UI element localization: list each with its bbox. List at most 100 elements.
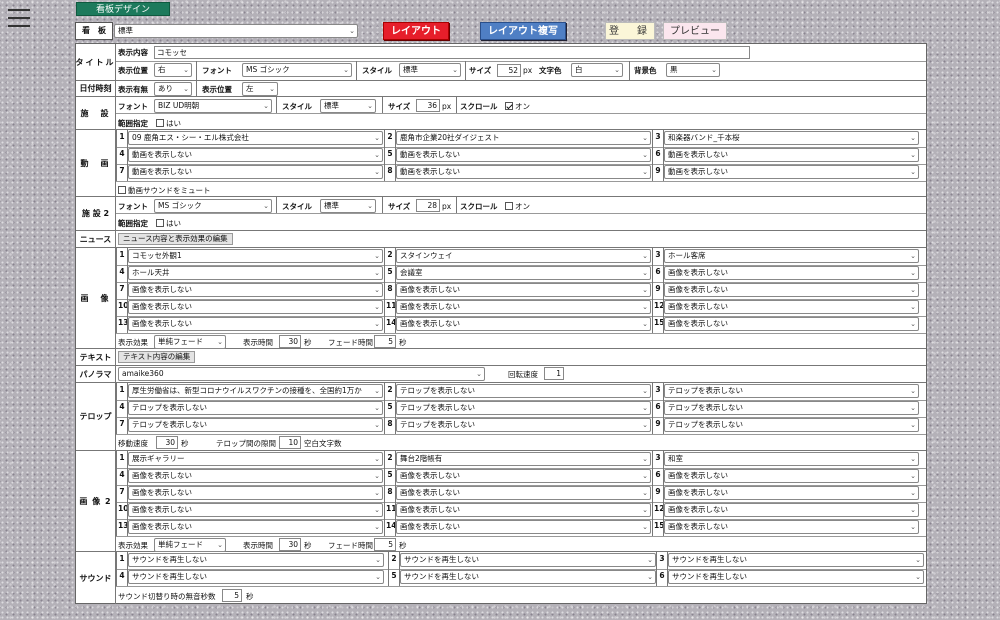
facility2-size-input[interactable]: 28: [416, 199, 440, 212]
sound-select[interactable]: サウンドを再生しない ⌄: [128, 553, 384, 567]
image2-select[interactable]: 画像を表示しない ⌄: [664, 520, 919, 534]
text-edit-button[interactable]: テキスト内容の編集: [118, 351, 196, 363]
chevron-down-icon: ⌄: [374, 472, 380, 480]
page-tab[interactable]: 看板デザイン: [76, 2, 170, 16]
image2-select[interactable]: 画像を表示しない ⌄: [664, 469, 919, 483]
chevron-down-icon: ⌄: [910, 168, 916, 176]
news-edit-button[interactable]: ニュース内容と表示効果の編集: [118, 233, 233, 245]
video-select[interactable]: 動画を表示しない ⌄: [664, 148, 919, 162]
datetime-pos-select[interactable]: 左 ⌄: [242, 82, 278, 96]
image-select[interactable]: 会議室 ⌄: [396, 266, 651, 280]
telop-select[interactable]: テロップを表示しない ⌄: [664, 401, 919, 415]
video-select[interactable]: 動画を表示しない ⌄: [664, 165, 919, 179]
telop-select[interactable]: 厚生労働省は、新型コロナウイルスワクチンの接種を、全国約1万か ⌄: [128, 384, 383, 398]
facility2-style-select[interactable]: 標準 ⌄: [320, 199, 376, 213]
image2-effect-select[interactable]: 単純フェード ⌄: [154, 538, 226, 552]
image-select[interactable]: 画像を表示しない ⌄: [664, 283, 919, 297]
telop-select[interactable]: テロップを表示しない ⌄: [128, 401, 383, 415]
sound-select[interactable]: サウンドを再生しない ⌄: [128, 570, 384, 584]
chevron-down-icon: ⌄: [642, 387, 648, 395]
facility2-range-checkbox[interactable]: はい: [156, 218, 181, 229]
image-select[interactable]: ホール天井 ⌄: [128, 266, 383, 280]
image-select[interactable]: スタインウェイ ⌄: [396, 249, 651, 263]
image2-select[interactable]: 舞台2階帳有 ⌄: [396, 452, 651, 466]
video-select[interactable]: 動画を表示しない ⌄: [128, 165, 383, 179]
telop-select[interactable]: テロップを表示しない ⌄: [396, 384, 651, 398]
preview-button[interactable]: プレビュー: [663, 22, 727, 40]
image-select[interactable]: 画像を表示しない ⌄: [664, 300, 919, 314]
image2-fade-input[interactable]: 5: [374, 538, 396, 551]
image-select[interactable]: 画像を表示しない ⌄: [396, 317, 651, 331]
image2-select[interactable]: 画像を表示しない ⌄: [128, 520, 383, 534]
layout-button[interactable]: レイアウト: [383, 22, 449, 40]
title-bg-select[interactable]: 黒 ⌄: [666, 63, 720, 77]
panorama-select[interactable]: amaike360 ⌄: [118, 367, 485, 381]
sound-select[interactable]: サウンドを再生しない ⌄: [668, 553, 924, 567]
title-size-input[interactable]: 52: [497, 64, 521, 77]
sound-select[interactable]: サウンドを再生しない ⌄: [668, 570, 924, 584]
telop-select[interactable]: テロップを表示しない ⌄: [664, 418, 919, 432]
video-select[interactable]: 09 鹿角エス・シー・エル株式会社 ⌄: [128, 131, 383, 145]
telop-select[interactable]: テロップを表示しない ⌄: [396, 418, 651, 432]
video-select[interactable]: 動画を表示しない ⌄: [396, 165, 651, 179]
panorama-speed-input[interactable]: 1: [544, 367, 564, 380]
telop-select[interactable]: テロップを表示しない ⌄: [664, 384, 919, 398]
image-label: 画 像: [76, 248, 116, 348]
image-select[interactable]: 画像を表示しない ⌄: [128, 300, 383, 314]
video-select[interactable]: 動画を表示しない ⌄: [396, 148, 651, 162]
image2-select[interactable]: 画像を表示しない ⌄: [396, 486, 651, 500]
facility2-scroll-checkbox[interactable]: オン: [505, 201, 530, 212]
image-number: 2: [387, 250, 393, 259]
title-pos-select[interactable]: 右 ⌄: [154, 63, 192, 77]
video-mute-checkbox[interactable]: 動画サウンドをミュート: [118, 185, 211, 196]
image2-time-input[interactable]: 30: [279, 538, 301, 551]
facility-size-input[interactable]: 36: [416, 99, 440, 112]
image2-select[interactable]: 画像を表示しない ⌄: [128, 486, 383, 500]
image-select[interactable]: コモッセ外観1 ⌄: [128, 249, 383, 263]
telop-move-input[interactable]: 30: [156, 436, 178, 449]
title-content-input[interactable]: コモッセ: [154, 46, 750, 59]
image2-select[interactable]: 画像を表示しない ⌄: [128, 469, 383, 483]
image-select[interactable]: 画像を表示しない ⌄: [396, 300, 651, 314]
chevron-down-icon: ⌄: [642, 455, 648, 463]
facility2-font-select[interactable]: MS ゴシック ⌄: [154, 199, 272, 213]
telop-select[interactable]: テロップを表示しない ⌄: [128, 418, 383, 432]
title-color-select[interactable]: 白 ⌄: [571, 63, 623, 77]
facility-range-checkbox[interactable]: はい: [156, 118, 181, 129]
title-style-select[interactable]: 標準 ⌄: [399, 63, 461, 77]
register-button[interactable]: 登 録: [605, 22, 655, 40]
image-time-input[interactable]: 30: [279, 335, 301, 348]
image-select[interactable]: 画像を表示しない ⌄: [664, 266, 919, 280]
image-select[interactable]: 画像を表示しない ⌄: [396, 283, 651, 297]
signboard-select[interactable]: 標準 ⌄: [114, 24, 358, 38]
image2-select[interactable]: 展示ギャラリー ⌄: [128, 452, 383, 466]
image2-select[interactable]: 画像を表示しない ⌄: [396, 469, 651, 483]
video-select[interactable]: 動画を表示しない ⌄: [128, 148, 383, 162]
sound-select[interactable]: サウンドを再生しない ⌄: [400, 553, 656, 567]
image2-select[interactable]: 画像を表示しない ⌄: [396, 503, 651, 517]
telop-select[interactable]: テロップを表示しない ⌄: [396, 401, 651, 415]
image-fade-input[interactable]: 5: [374, 335, 396, 348]
image2-select[interactable]: 画像を表示しない ⌄: [664, 503, 919, 517]
title-font-select[interactable]: MS ゴシック ⌄: [242, 63, 352, 77]
image2-select[interactable]: 画像を表示しない ⌄: [128, 503, 383, 517]
facility-style-select[interactable]: 標準 ⌄: [320, 99, 376, 113]
sound-silence-input[interactable]: 5: [222, 589, 242, 602]
image-select[interactable]: 画像を表示しない ⌄: [664, 317, 919, 331]
sound-select[interactable]: サウンドを再生しない ⌄: [400, 570, 656, 584]
video-select[interactable]: 和楽器バンド_千本桜 ⌄: [664, 131, 919, 145]
telop-gap-input[interactable]: 10: [279, 436, 301, 449]
image-effect-select[interactable]: 単純フェード ⌄: [154, 335, 226, 349]
copy-layout-button[interactable]: レイアウト複写: [480, 22, 566, 40]
image-select[interactable]: 画像を表示しない ⌄: [128, 283, 383, 297]
image2-select[interactable]: 画像を表示しない ⌄: [396, 520, 651, 534]
facility-font-select[interactable]: BIZ UD明朝 ⌄: [154, 99, 272, 113]
menu-hamburger-icon[interactable]: [8, 9, 30, 27]
video-select[interactable]: 鹿角市企業20社ダイジェスト ⌄: [396, 131, 651, 145]
image-select[interactable]: 画像を表示しない ⌄: [128, 317, 383, 331]
facility-scroll-checkbox[interactable]: オン: [505, 101, 530, 112]
datetime-show-select[interactable]: あり ⌄: [154, 82, 192, 96]
image-select[interactable]: ホール客席 ⌄: [664, 249, 919, 263]
image2-select[interactable]: 画像を表示しない ⌄: [664, 486, 919, 500]
image2-select[interactable]: 和室 ⌄: [664, 452, 919, 466]
